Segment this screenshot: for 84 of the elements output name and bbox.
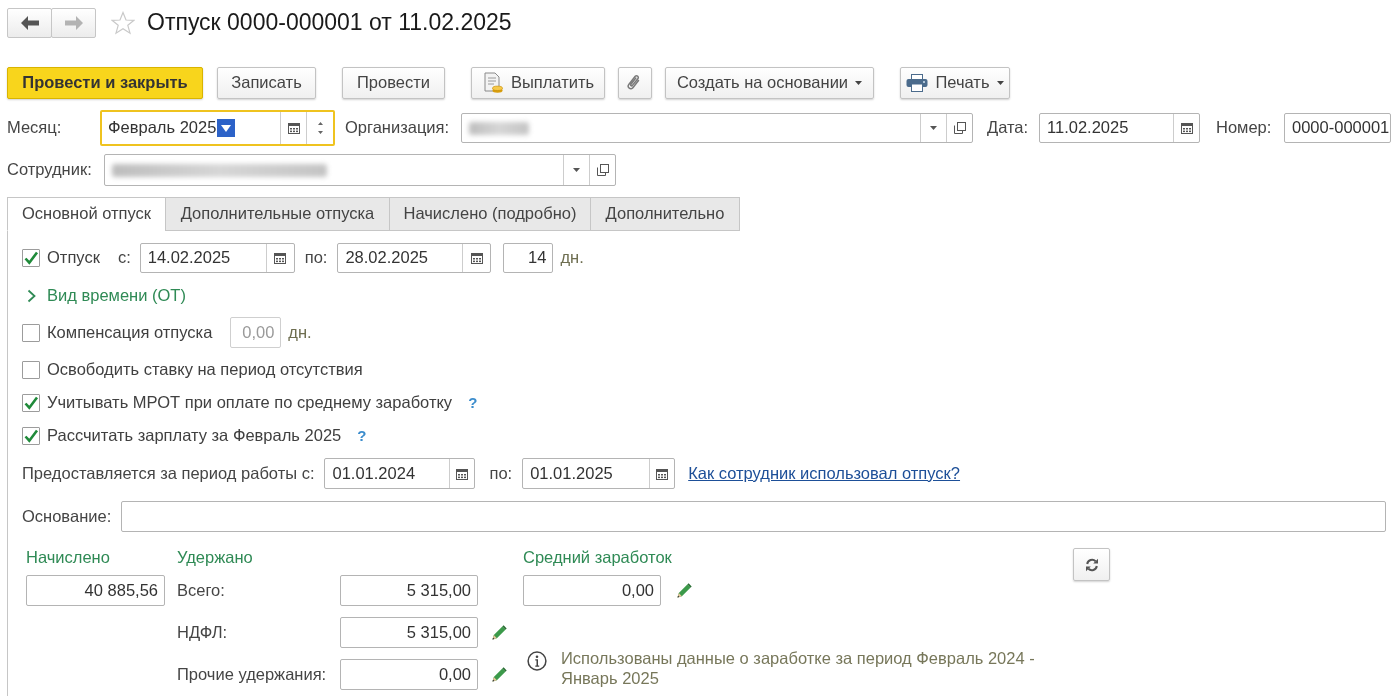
print-button[interactable]: Печать <box>900 67 1010 99</box>
dropdown-arrow-icon <box>930 126 937 130</box>
field-label: Дата: <box>987 118 1030 138</box>
help-link[interactable]: ? <box>357 427 367 445</box>
field-label: Номер: <box>1216 118 1273 138</box>
refresh-button[interactable] <box>1073 548 1110 581</box>
amount-field[interactable]: 5 315,00 <box>340 575 478 606</box>
tick-icon <box>23 395 39 411</box>
calendar-icon <box>287 122 300 134</box>
calendar-icon <box>470 252 483 264</box>
date-field[interactable]: 01.01.2025 <box>522 458 676 489</box>
toolbar-button[interactable]: Провести <box>342 67 445 99</box>
section-heading: Средний заработок <box>523 547 673 569</box>
refresh-icon <box>1084 557 1099 572</box>
checkbox[interactable] <box>22 249 40 267</box>
days-field[interactable]: 14 <box>503 243 554 273</box>
amount-field[interactable]: 0,00 <box>523 575 661 606</box>
checkbox-label: Компенсация отпуска <box>47 322 213 343</box>
tab[interactable]: Основной отпуск <box>7 197 166 231</box>
field-label: с: <box>117 248 131 268</box>
amount-field[interactable]: 5 315,00 <box>340 617 478 648</box>
amount-field[interactable]: 40 885,56 <box>26 575 165 606</box>
open-window-icon <box>953 122 966 134</box>
help-link[interactable]: ? <box>468 394 478 412</box>
select-field[interactable] <box>104 154 616 186</box>
post-and-close-button[interactable]: Провести и закрыть <box>7 67 203 99</box>
amount-field[interactable]: 0,00 <box>340 659 478 690</box>
field-label: Основание: <box>22 506 113 527</box>
tab[interactable]: Дополнительно <box>590 197 740 231</box>
tick-icon <box>23 250 39 266</box>
back-button[interactable] <box>7 8 52 38</box>
field-label: НДФЛ: <box>177 622 229 643</box>
usage-link[interactable]: Как сотрудник использовал отпуск? <box>688 463 961 484</box>
document-title: Отпуск 0000-000001 от 11.02.2025 <box>147 9 512 37</box>
star-icon[interactable] <box>111 11 135 35</box>
field-label: Предоставляется за период работы с: <box>22 463 315 484</box>
toolbar-button[interactable]: Создать на основании <box>665 67 874 99</box>
field-label: Всего: <box>177 580 226 601</box>
calendar-icon <box>656 467 669 480</box>
open-window-icon <box>596 164 609 176</box>
unit-label: дн. <box>288 322 312 343</box>
forward-arrow-icon <box>64 16 83 30</box>
calendar-icon <box>1180 122 1193 134</box>
checkbox[interactable] <box>22 361 40 379</box>
checkbox-label: Рассчитать зарплату за Февраль 2025 <box>47 426 342 446</box>
field-label: Сотрудник: <box>7 160 93 180</box>
field-label: Месяц: <box>7 118 63 138</box>
checkbox-label: Учитывать МРОТ при оплате по среднему заработку <box>47 393 453 413</box>
date-field[interactable]: 14.02.2025 <box>139 243 295 273</box>
month-field[interactable]: Февраль 2025 <box>100 110 335 146</box>
field-label: по: <box>489 463 513 484</box>
date-field[interactable]: 01.01.2024 <box>324 458 476 489</box>
field-label: Прочие удержания: <box>177 664 328 685</box>
tick-icon <box>23 428 39 444</box>
checkbox-label: Освободить ставку на период отсутствия <box>47 360 363 380</box>
info-note: Использованы данные о заработке за период Февраль 2024 - Январь 2025 <box>561 648 1036 688</box>
pay-button[interactable]: Выплатить <box>471 67 605 99</box>
text-field[interactable]: 0000-000001 <box>1284 113 1391 143</box>
attach-button[interactable] <box>618 67 652 99</box>
checkbox[interactable] <box>22 427 40 445</box>
document-coins-icon <box>481 72 504 94</box>
calendar-icon <box>456 467 469 480</box>
basis-field[interactable] <box>121 501 1386 532</box>
date-field[interactable]: 11.02.2025 <box>1039 113 1200 143</box>
spin-arrows-icon <box>316 120 324 136</box>
info-icon <box>527 651 547 671</box>
dropdown-arrow-icon <box>573 168 580 172</box>
tab[interactable]: Дополнительные отпуска <box>165 197 390 231</box>
dropdown-marker-icon <box>217 119 236 137</box>
checkbox[interactable] <box>22 394 40 412</box>
toolbar-button[interactable]: Записать <box>217 67 316 99</box>
back-arrow-icon <box>20 16 39 30</box>
select-field[interactable] <box>461 113 973 143</box>
tab[interactable]: Начислено (подробно) <box>389 197 591 231</box>
field-label: Организация: <box>345 118 451 138</box>
calendar-icon <box>274 252 287 264</box>
date-field[interactable]: 28.02.2025 <box>337 243 492 273</box>
unit-label: дн. <box>560 248 584 268</box>
time-type-toggle[interactable]: Вид времени (ОТ) <box>27 286 186 306</box>
printer-icon <box>906 74 929 92</box>
field-label: по: <box>304 248 328 268</box>
checkbox-label: Отпуск <box>47 248 100 268</box>
section-heading: Начислено <box>26 547 111 569</box>
section-heading: Удержано <box>177 547 254 569</box>
